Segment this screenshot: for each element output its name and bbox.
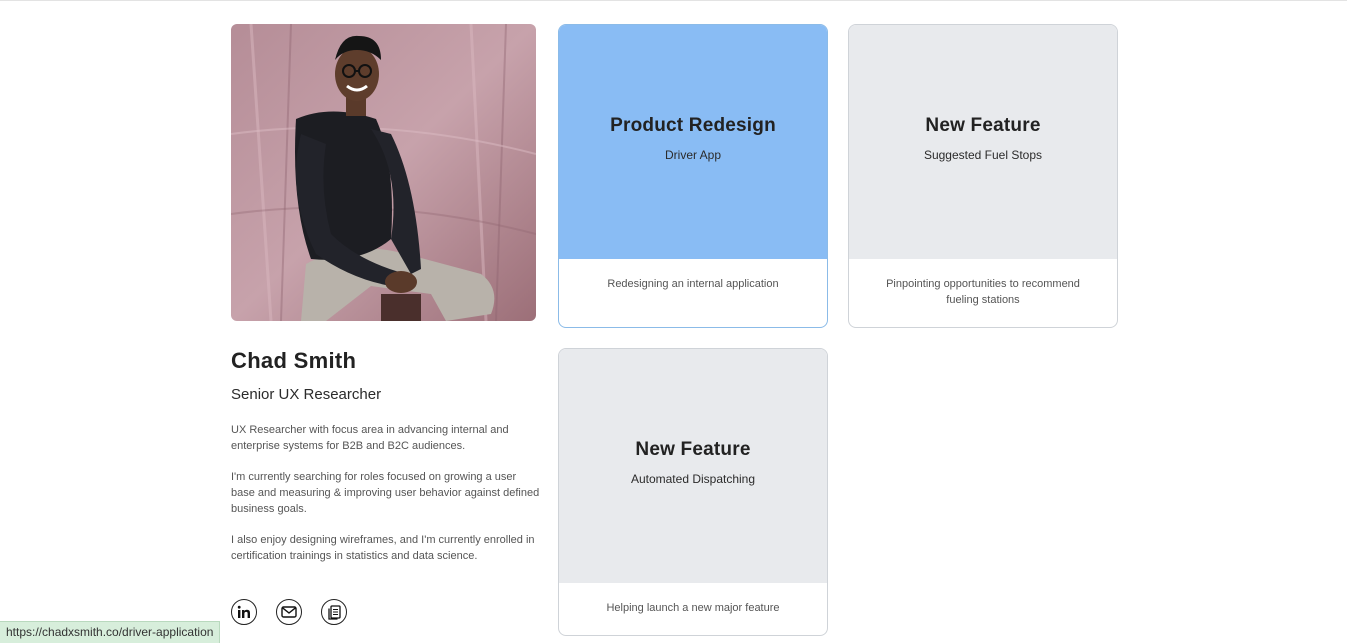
- project-card-driver-app[interactable]: Product Redesign Driver App Redesigning …: [558, 24, 828, 328]
- bio-paragraph: UX Researcher with focus area in advanci…: [231, 424, 509, 452]
- top-divider: [0, 0, 1347, 1]
- card-heading: New Feature: [925, 115, 1041, 136]
- card-description: Pinpointing opportunities to recommend f…: [886, 278, 1080, 306]
- profile-name: Chad Smith: [231, 348, 357, 373]
- email-link[interactable]: [276, 599, 302, 625]
- linkedin-icon: [237, 605, 250, 618]
- resume-icon: [327, 604, 341, 620]
- status-bar-url: https://chadxsmith.co/driver-application: [0, 621, 221, 643]
- card-heading: Product Redesign: [610, 115, 776, 136]
- project-card-fuel-stops[interactable]: New Feature Suggested Fuel Stops Pinpoin…: [848, 24, 1118, 328]
- bio-paragraph: I also enjoy designing wireframes, and I…: [231, 534, 535, 562]
- card-description: Redesigning an internal application: [607, 278, 779, 290]
- bio-paragraph: I'm currently searching for roles focuse…: [231, 471, 540, 515]
- card-banner: New Feature Suggested Fuel Stops: [849, 25, 1117, 259]
- card-heading: New Feature: [635, 439, 751, 460]
- project-card-automated-dispatching[interactable]: New Feature Automated Dispatching Helpin…: [558, 348, 828, 636]
- card-subheading: Driver App: [664, 148, 722, 162]
- card-subheading: Automated Dispatching: [630, 472, 756, 486]
- linkedin-link[interactable]: [231, 599, 257, 625]
- card-banner: Product Redesign Driver App: [559, 25, 827, 259]
- resume-link[interactable]: [321, 599, 347, 625]
- mail-icon: [281, 606, 297, 618]
- card-subheading: Suggested Fuel Stops: [923, 148, 1043, 162]
- profile-job-title: Senior UX Researcher: [231, 386, 382, 403]
- profile-photo: [231, 24, 536, 321]
- card-banner: New Feature Automated Dispatching: [559, 349, 827, 583]
- card-description: Helping launch a new major feature: [606, 602, 780, 614]
